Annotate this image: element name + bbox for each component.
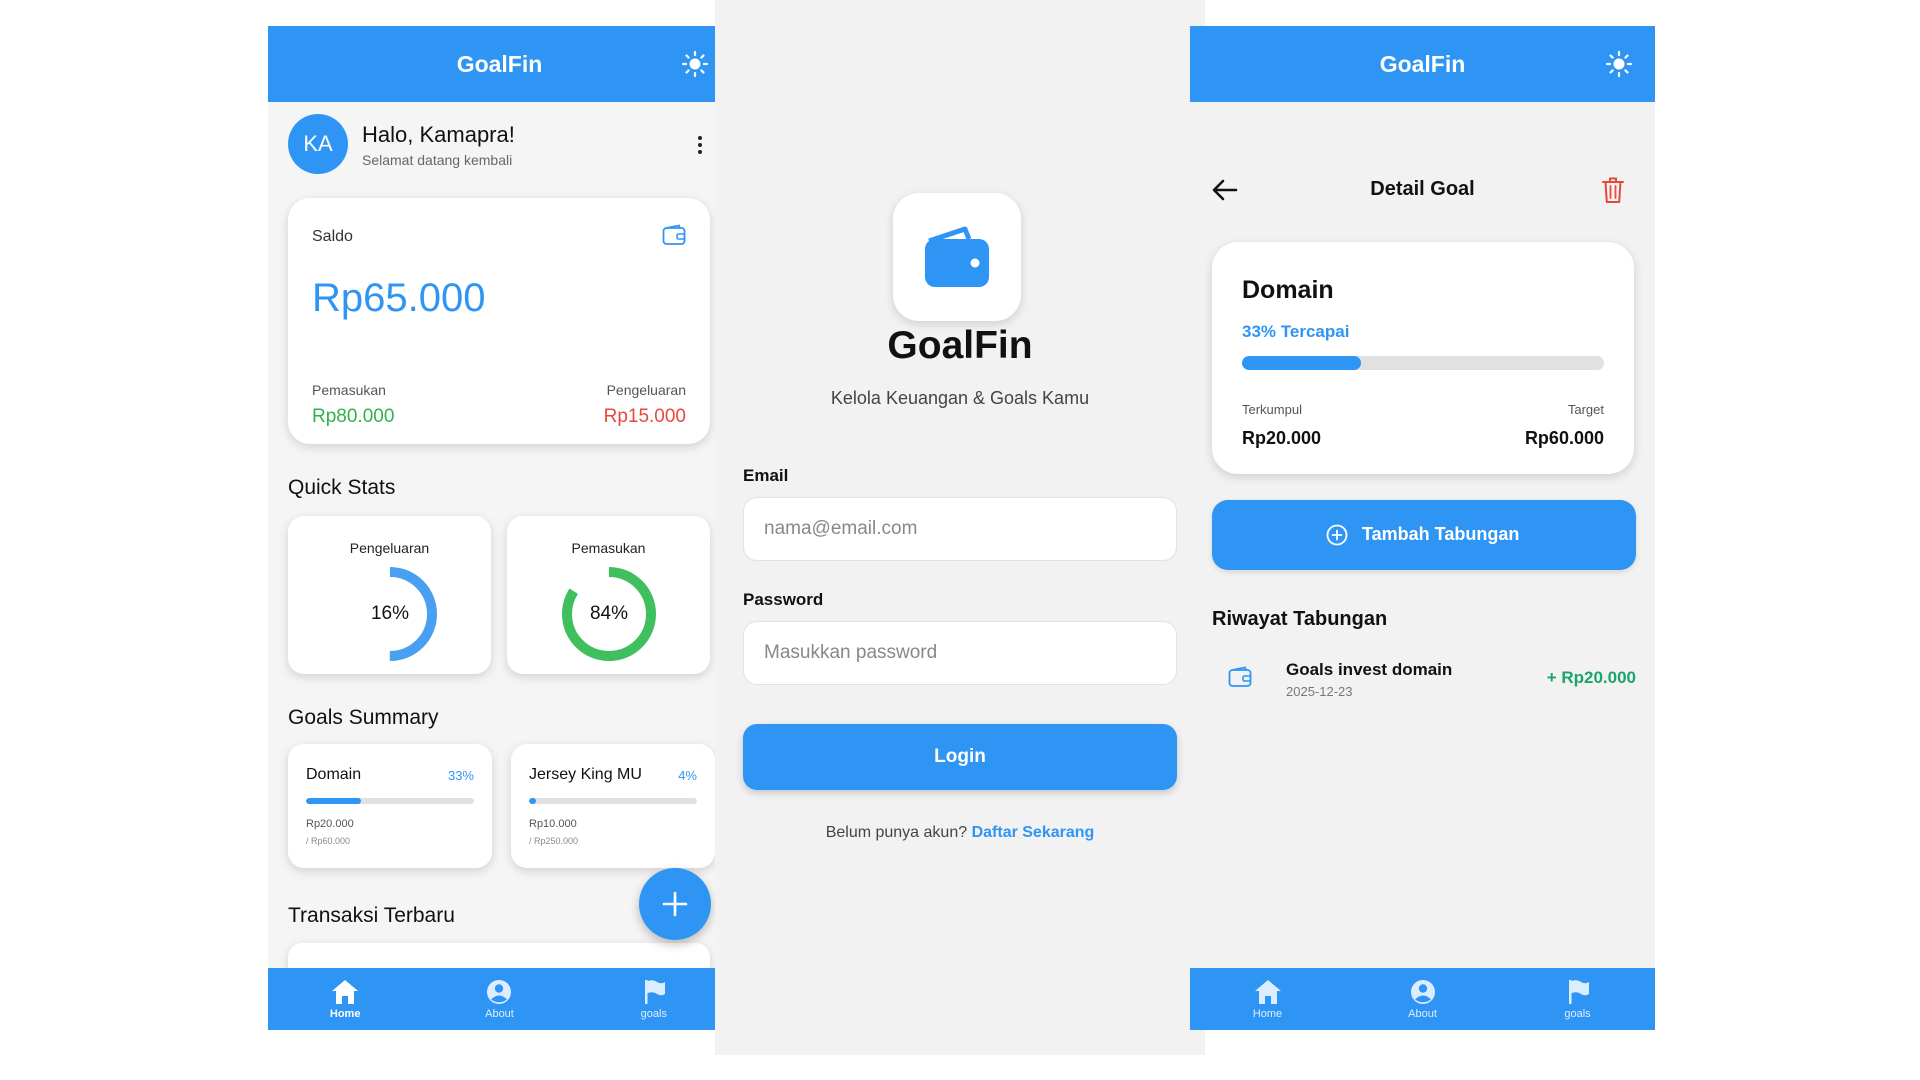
nav-home[interactable]: Home (268, 968, 422, 1030)
password-field[interactable] (743, 621, 1177, 685)
more-options-icon[interactable] (697, 136, 703, 158)
goal-target: / Rp250.000 (529, 836, 579, 846)
avatar[interactable]: KA (288, 114, 348, 174)
goal-progress-track (1242, 356, 1604, 370)
add-savings-label: Tambah Tabungan (1362, 524, 1520, 544)
nav-label: Home (1252, 1008, 1283, 1020)
goal-current: Rp10.000 (529, 818, 577, 830)
nav-about[interactable]: About (422, 968, 576, 1030)
nav-label: About (485, 1008, 514, 1020)
income-amount: Rp80.000 (312, 406, 395, 427)
stat-card-expense: Pengeluaran 16% (288, 516, 491, 674)
theme-toggle-sun-icon[interactable] (681, 50, 709, 78)
nav-label: goals (640, 1008, 667, 1020)
stat-title: Pengeluaran (349, 540, 430, 556)
goal-card-domain[interactable]: Domain 33% Rp20.000 / Rp60.000 (288, 744, 492, 868)
plus-circle-icon (1326, 524, 1348, 546)
nav-goals[interactable]: goals (577, 968, 731, 1030)
expense-label: Pengeluaran (606, 382, 686, 398)
expense-amount: Rp15.000 (603, 406, 686, 427)
goal-progress-fill (529, 798, 536, 804)
home-icon (1254, 980, 1281, 1004)
greeting-text: Halo, Kamapra! (362, 122, 515, 147)
home-icon (332, 980, 359, 1004)
goal-percent: 4% (678, 768, 697, 783)
app-bar: GoalFin (1190, 26, 1655, 102)
app-logo (893, 193, 1021, 321)
history-name: Goals invest domain (1286, 660, 1453, 679)
signup-link[interactable]: Daftar Sekarang (972, 824, 1095, 841)
app-title: GoalFin (1379, 51, 1466, 77)
income-label: Pemasukan (312, 382, 386, 398)
goal-percent: 33% Tercapai (1242, 322, 1350, 341)
greeting-subtitle: Selamat datang kembali (362, 152, 513, 168)
nav-label: goals (1564, 1008, 1591, 1020)
goal-name: Jersey King MU (529, 766, 642, 783)
trash-icon[interactable] (1601, 176, 1625, 204)
goal-progress-track (529, 798, 697, 804)
nav-home[interactable]: Home (1190, 968, 1345, 1030)
goal-current: Rp20.000 (306, 818, 354, 830)
login-screen: GoalFin Kelola Keuangan & Goals Kamu Ema… (715, 0, 1205, 1055)
user-circle-icon (487, 980, 512, 1004)
target-label: Target (1567, 402, 1604, 417)
bottom-nav: Home About goals (1190, 968, 1655, 1030)
stat-percent: 84% (589, 603, 629, 624)
flag-icon (1568, 980, 1589, 1004)
nav-about[interactable]: About (1345, 968, 1500, 1030)
brand-title: GoalFin (887, 324, 1033, 367)
flag-icon (644, 980, 665, 1004)
goal-name: Domain (306, 766, 362, 783)
wallet-icon (1228, 666, 1252, 687)
goal-progress-track (306, 798, 474, 804)
goal-card-jersey[interactable]: Jersey King MU 4% Rp10.000 / Rp250.000 (511, 744, 715, 868)
goal-name: Domain (1242, 276, 1334, 304)
target-amount: Rp60.000 (1524, 428, 1604, 448)
goal-progress-fill (1242, 356, 1362, 370)
history-title: Riwayat Tabungan (1212, 608, 1388, 630)
email-field[interactable] (743, 497, 1177, 561)
page-title: Detail Goal (1370, 178, 1475, 200)
history-date: 2025-12-23 (1286, 684, 1353, 699)
password-label: Password (743, 590, 824, 609)
recent-transactions-title: Transaksi Terbaru (288, 904, 455, 927)
tagline: Kelola Keuangan & Goals Kamu (830, 388, 1090, 408)
user-circle-icon (1410, 980, 1435, 1004)
goals-summary-title: Goals Summary (288, 706, 439, 729)
goal-progress-fill (306, 798, 362, 804)
theme-toggle-sun-icon[interactable] (1605, 50, 1633, 78)
wallet-logo-icon (925, 226, 989, 287)
collected-label: Terkumpul (1242, 402, 1302, 417)
add-savings-button[interactable]: Tambah Tabungan (1212, 500, 1636, 570)
home-screen: GoalFin KA Halo, Kamapra! Selamat datang… (268, 26, 731, 1030)
balance-label: Saldo (312, 228, 353, 245)
quick-stats-title: Quick Stats (288, 476, 396, 499)
email-label: Email (743, 466, 789, 485)
goal-detail-screen: GoalFin Detail Goal Domain 33% Tercapai … (1190, 26, 1655, 1030)
nav-label: About (1408, 1008, 1437, 1020)
goal-percent: 33% (447, 768, 474, 783)
add-fab-button[interactable] (639, 868, 711, 940)
nav-label: Home (329, 1008, 361, 1020)
plus-icon (662, 891, 688, 917)
app-bar: GoalFin (268, 26, 731, 102)
app-title: GoalFin (456, 51, 543, 77)
balance-card: Saldo Rp65.000 Pemasukan Rp80.000 Pengel… (288, 198, 710, 444)
stat-card-income: Pemasukan 84% (507, 516, 710, 674)
goal-detail-card: Domain 33% Tercapai Terkumpul Rp20.000 T… (1212, 242, 1634, 474)
signup-prompt: Belum punya akun? (825, 824, 968, 841)
login-button[interactable]: Login (743, 724, 1177, 790)
bottom-nav: Home About goals (268, 968, 731, 1030)
history-item[interactable]: Goals invest domain 2025-12-23 + Rp20.00… (1212, 650, 1636, 706)
balance-amount: Rp65.000 (312, 276, 486, 320)
history-amount: + Rp20.000 (1546, 668, 1636, 687)
goal-target: / Rp60.000 (306, 836, 351, 846)
stat-percent: 16% (370, 603, 410, 624)
signup-row: Belum punya akun? Daftar Sekarang (715, 824, 1205, 842)
wallet-icon (662, 224, 686, 245)
stat-title: Pemasukan (571, 540, 646, 556)
collected-amount: Rp20.000 (1242, 428, 1322, 448)
nav-goals[interactable]: goals (1500, 968, 1655, 1030)
